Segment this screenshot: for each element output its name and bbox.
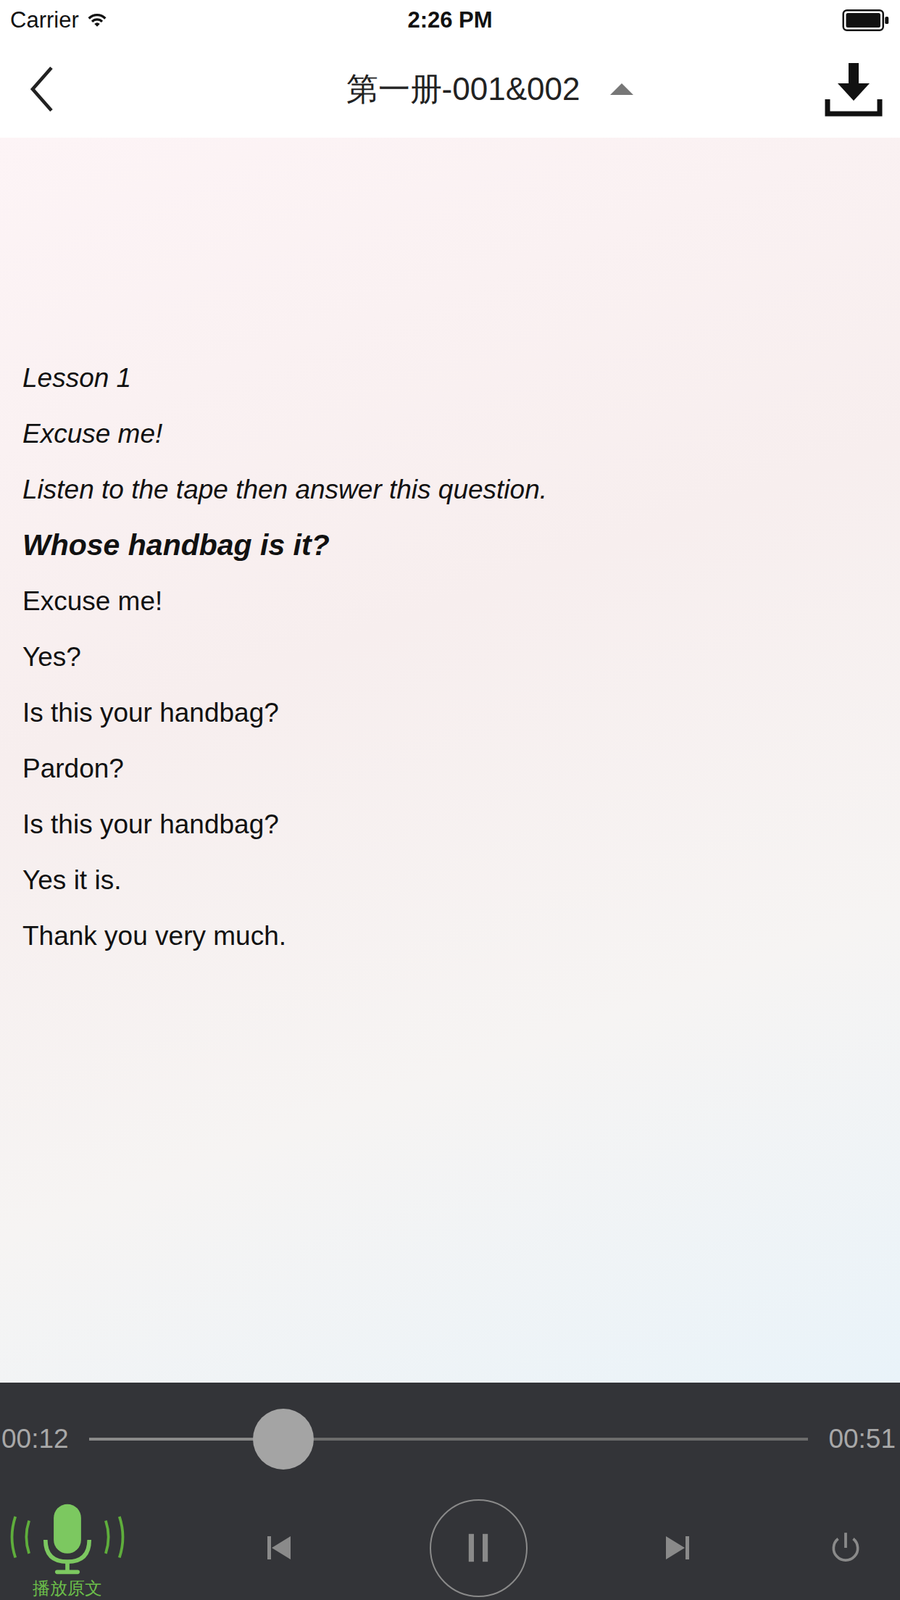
transcript: Lesson 1Excuse me!Listen to the tape the… <box>0 137 900 964</box>
transcript-line: Yes it is. <box>22 852 886 908</box>
battery-icon <box>842 9 890 32</box>
transcript-line: Lesson 1 <box>22 350 886 406</box>
previous-icon[interactable] <box>264 1533 294 1563</box>
wifi-icon <box>86 11 108 29</box>
play-pause-button[interactable] <box>429 1499 528 1598</box>
status-bar: Carrier 2:26 PM <box>0 0 900 41</box>
transcript-line: Listen to the tape then answer this ques… <box>22 461 886 518</box>
transcript-line: Thank you very much. <box>22 907 886 964</box>
transcript-line: Excuse me! <box>22 573 886 629</box>
progress-row: 00:12 00:51 <box>0 1382 900 1496</box>
transcript-line: Excuse me! <box>22 405 886 462</box>
player-bar: 00:12 00:51 播放原文 <box>0 1382 900 1600</box>
clock: 2:26 PM <box>407 7 493 34</box>
lesson-title: 第一册-001&002 <box>346 68 581 111</box>
transcript-line: Is this your handbag? <box>22 796 886 853</box>
caret-up-icon <box>608 81 635 97</box>
play-original-label: 播放原文 <box>32 1576 103 1600</box>
back-icon[interactable] <box>28 65 56 114</box>
pause-icon <box>460 1530 496 1566</box>
power-icon[interactable] <box>827 1529 864 1566</box>
current-time: 00:12 <box>1 1423 69 1455</box>
play-original-button[interactable]: 播放原文 <box>5 1501 129 1600</box>
nav-bar: 第一册-001&002 <box>0 40 900 138</box>
carrier-label: Carrier <box>10 7 79 34</box>
slider-thumb[interactable] <box>252 1408 314 1470</box>
transcript-line: Pardon? <box>22 740 886 797</box>
download-icon[interactable] <box>824 61 883 117</box>
progress-slider[interactable] <box>89 1437 809 1441</box>
lesson-player-screen: Carrier2:26 PM第一册-001&002Lesson 1Excuse … <box>0 0 900 1600</box>
total-time: 00:51 <box>828 1423 896 1455</box>
transcript-line: Yes? <box>22 628 886 685</box>
controls-row: 播放原文 <box>0 1495 900 1600</box>
microphone-icon <box>5 1501 129 1577</box>
transcript-line: Is this your handbag? <box>22 684 886 741</box>
next-icon[interactable] <box>663 1533 693 1563</box>
transcript-area: Lesson 1Excuse me!Listen to the tape the… <box>0 137 900 1383</box>
lesson-title-dropdown[interactable]: 第一册-001&002 <box>346 68 636 111</box>
transcript-line: Whose handbag is it? <box>22 517 886 574</box>
